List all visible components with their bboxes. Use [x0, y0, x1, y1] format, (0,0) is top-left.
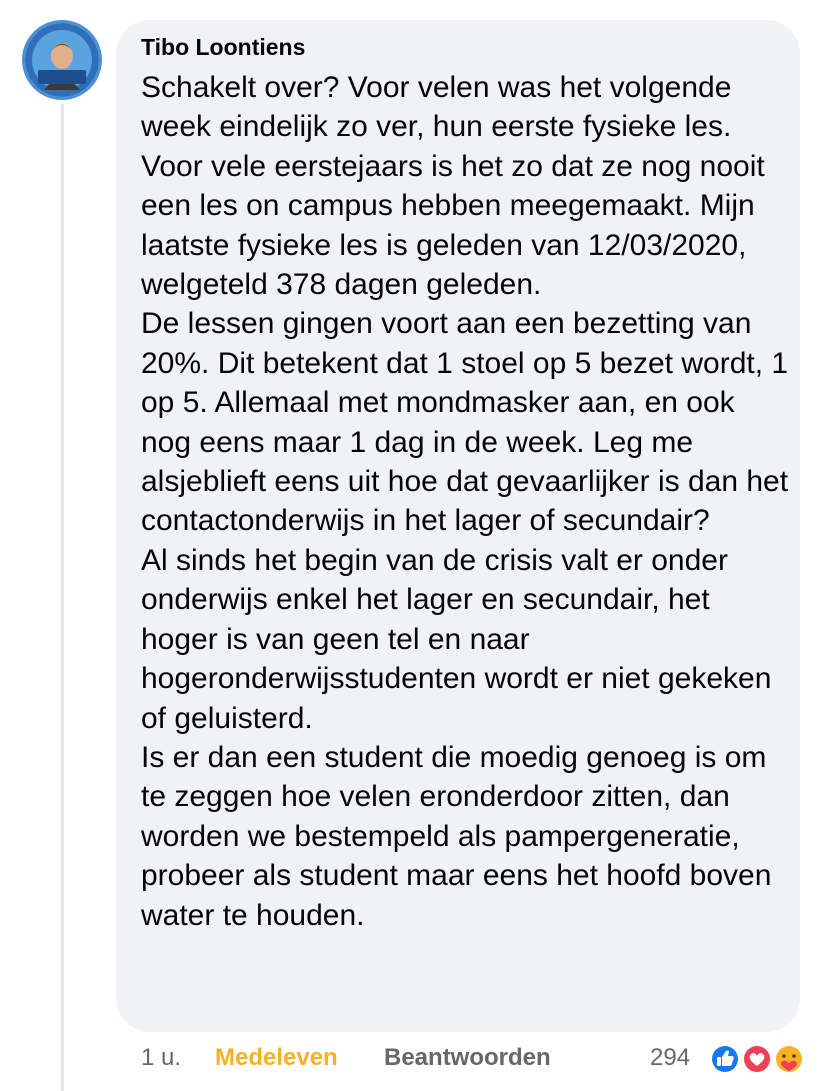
thread-line	[61, 104, 64, 1091]
avatar-photo	[25, 23, 99, 97]
reaction-icons[interactable]	[707, 1041, 807, 1077]
care-icon	[774, 1044, 804, 1074]
author-name[interactable]: Tibo Loontiens	[141, 34, 305, 61]
comment-paragraph: De lessen gingen voort aan een bezetting…	[141, 307, 789, 538]
avatar[interactable]	[22, 20, 102, 100]
comment-paragraph: Al sinds het begin van de crisis valt er…	[141, 543, 772, 735]
care-button[interactable]: Medeleven	[215, 1044, 338, 1072]
reaction-count[interactable]: 294	[650, 1044, 690, 1072]
comment-paragraph: Schakelt over? Voor velen was het volgen…	[141, 71, 765, 302]
comment-timestamp[interactable]: 1 u.	[141, 1044, 181, 1072]
like-icon	[710, 1044, 740, 1074]
comment-paragraph: Is er dan een student die moedig genoeg …	[141, 740, 772, 932]
reply-button[interactable]: Beantwoorden	[384, 1044, 551, 1072]
love-icon	[742, 1044, 772, 1074]
comment-text: Schakelt over? Voor velen was het volgen…	[141, 68, 791, 935]
